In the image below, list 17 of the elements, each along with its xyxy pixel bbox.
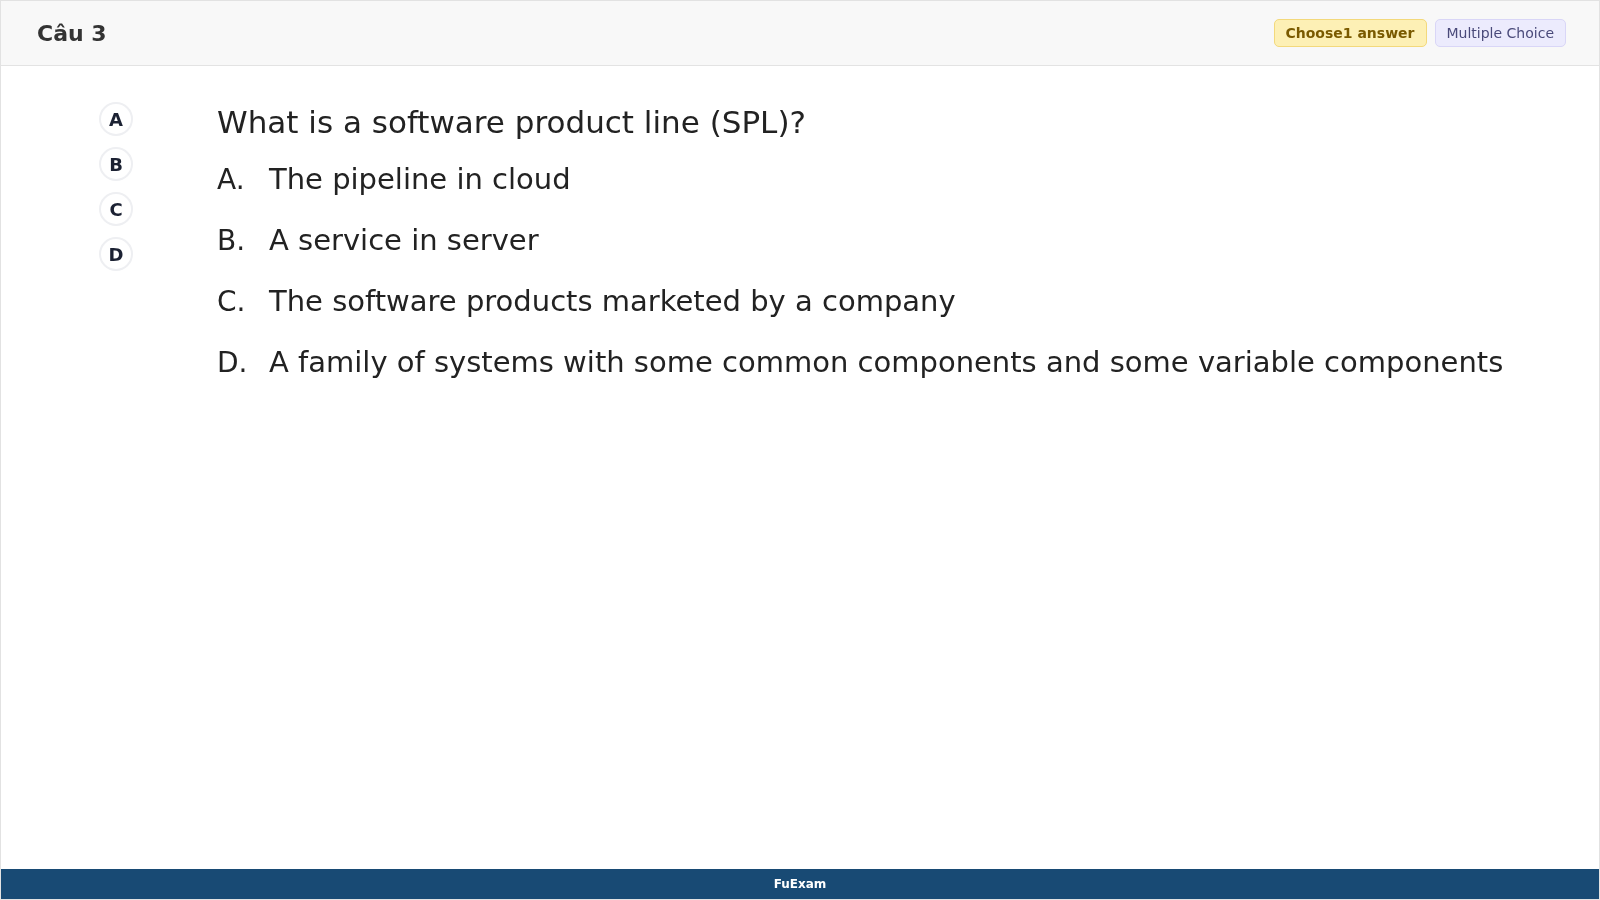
option-text: The software products marketed by a company [269, 284, 956, 318]
answer-choice-button[interactable]: D [99, 237, 133, 271]
question-text: What is a software product line (SPL)? [217, 104, 807, 140]
option-text: A family of systems with some common components and some variable components [269, 345, 1504, 379]
option-letter: D. [217, 346, 249, 379]
option-letter: A. [217, 163, 246, 196]
option-letter: B. [217, 224, 247, 257]
tag: Choose1 answer [1273, 19, 1427, 47]
answer-choice-button[interactable]: C [99, 192, 133, 226]
option-text: A service in server [269, 223, 539, 257]
answer-choice-button[interactable]: B [99, 147, 133, 181]
option-text: The pipeline in cloud [269, 162, 571, 196]
tag: Multiple Choice [1434, 19, 1566, 47]
footer-brand: FuExam [773, 877, 827, 891]
option-letter: C. [217, 285, 247, 318]
answer-choice-button[interactable]: A [99, 102, 133, 136]
question-number: Câu 3 [37, 20, 107, 46]
